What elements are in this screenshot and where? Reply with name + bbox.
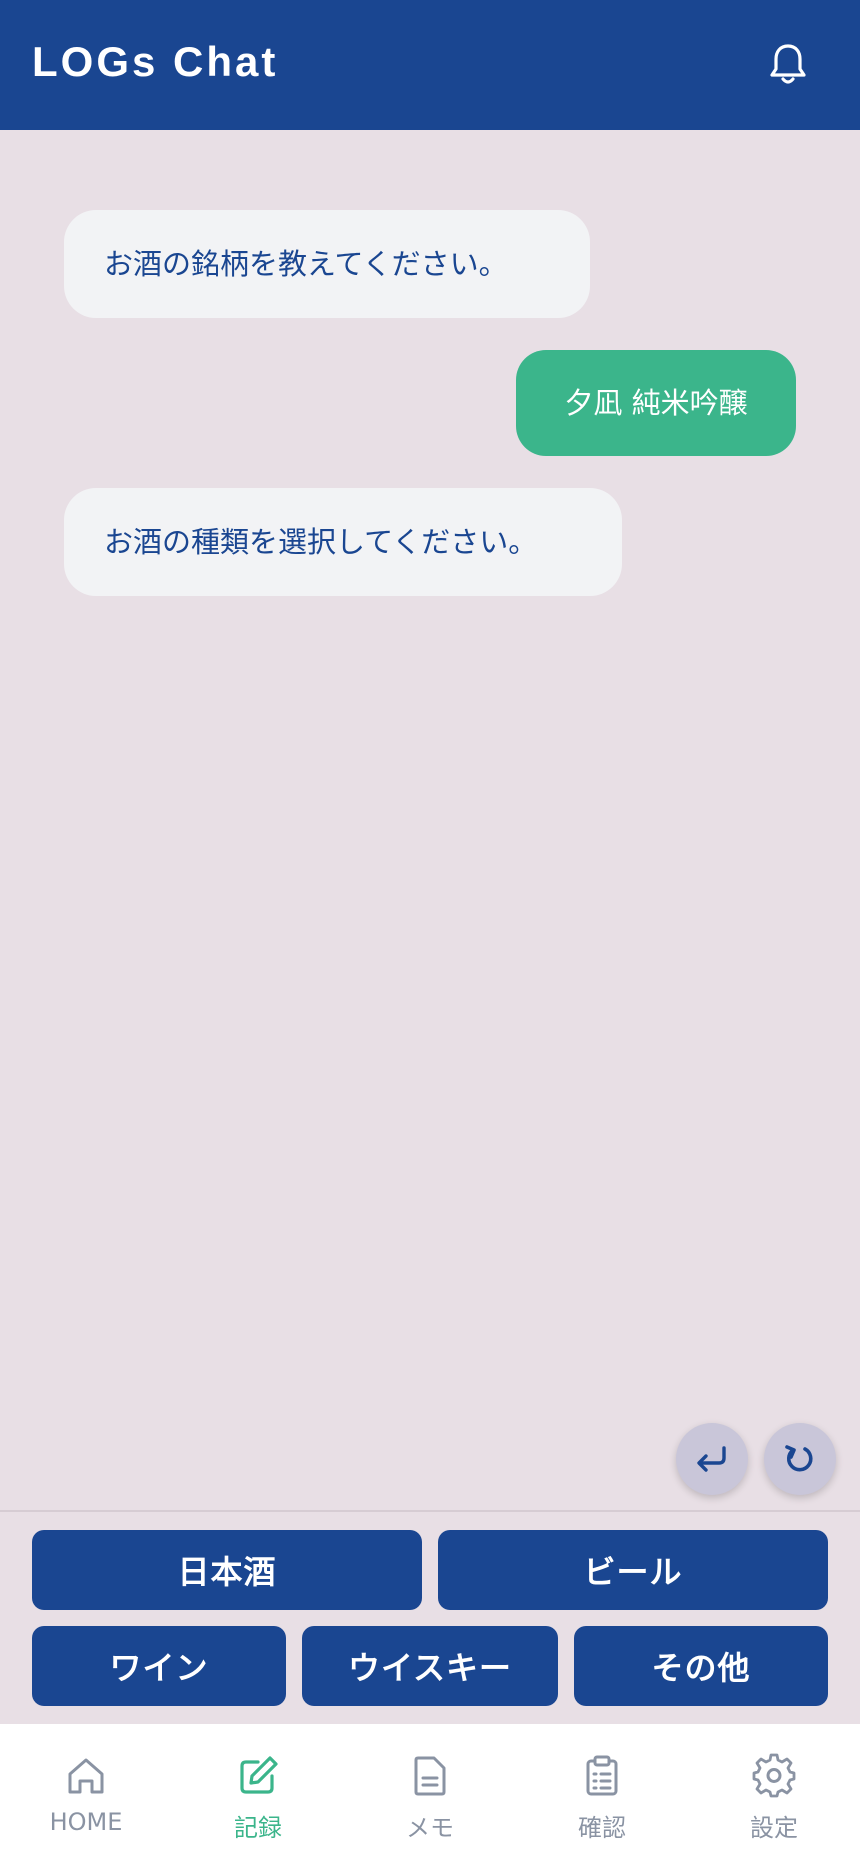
option-wine-button[interactable]: ワイン	[32, 1626, 286, 1706]
clipboard-icon	[586, 1755, 618, 1796]
bell-icon[interactable]	[764, 40, 812, 88]
bot-message: お酒の種類を選択してください。	[64, 488, 622, 596]
message-text: 夕凪 純米吟醸	[564, 385, 748, 420]
document-icon	[414, 1756, 446, 1796]
nav-item-confirm[interactable]: 確認	[516, 1724, 688, 1864]
undo-button[interactable]	[676, 1423, 748, 1495]
nav-item-settings[interactable]: 設定	[688, 1724, 860, 1864]
nav-item-memo[interactable]: メモ	[344, 1724, 516, 1864]
message-text: お酒の銘柄を教えてください。	[104, 246, 508, 281]
home-icon	[68, 1758, 104, 1794]
message-text: お酒の種類を選択してください。	[104, 524, 538, 559]
bot-message: お酒の銘柄を教えてください。	[64, 210, 590, 318]
nav-item-record[interactable]: 記録	[172, 1724, 344, 1864]
nav-label: 設定	[750, 1814, 798, 1842]
option-whisky-button[interactable]: ウイスキー	[302, 1626, 558, 1706]
app-header: LOGs Chat	[0, 0, 860, 130]
nav-label: メモ	[406, 1814, 454, 1842]
bottom-nav: HOME 記録 メモ 確認 設定	[0, 1724, 860, 1864]
app-title: LOGs Chat	[32, 38, 279, 85]
nav-label: 記録	[234, 1814, 282, 1842]
nav-item-home[interactable]: HOME	[0, 1724, 172, 1864]
option-panel: 日本酒 ビール ワイン ウイスキー その他	[0, 1510, 860, 1724]
reset-button[interactable]	[764, 1423, 836, 1495]
user-message: 夕凪 純米吟醸	[516, 350, 796, 456]
app-root: LOGs Chat お酒の銘柄を教えてください。 夕凪 純米吟醸 お酒の種類を選…	[0, 0, 860, 1864]
undo-arrow-icon	[697, 1446, 726, 1472]
option-sake-button[interactable]: 日本酒	[32, 1530, 422, 1610]
chat-area: お酒の銘柄を教えてください。 夕凪 純米吟醸 お酒の種類を選択してください。	[0, 130, 860, 1510]
option-other-button[interactable]: その他	[574, 1626, 828, 1706]
edit-icon	[240, 1756, 278, 1794]
nav-label: HOME	[49, 1808, 123, 1836]
refresh-icon	[785, 1445, 813, 1472]
nav-label: 確認	[578, 1814, 626, 1842]
option-beer-button[interactable]: ビール	[438, 1530, 828, 1610]
gear-icon	[752, 1753, 796, 1798]
